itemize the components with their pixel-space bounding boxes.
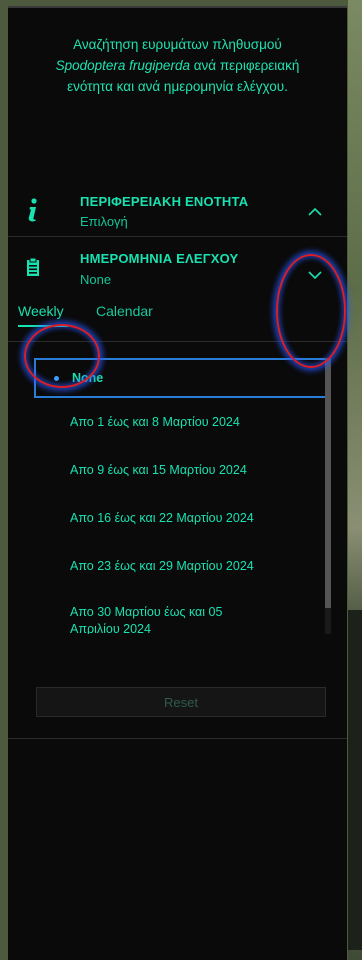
list-scrollbar[interactable] (325, 358, 331, 634)
annotation-circle-chevron (276, 254, 346, 368)
list-item[interactable]: Απο 16 έως και 22 Μαρτίου 2024 (34, 494, 331, 542)
week-options-list: None Απο 1 έως και 8 Μαρτίου 2024 Απο 9 … (34, 358, 331, 634)
divider (8, 738, 347, 739)
description-line-1: Αναζήτηση ευρυμάτων πληθυσμού (73, 37, 282, 52)
list-item[interactable]: Απο 23 έως και 29 Μαρτίου 2024 (34, 542, 331, 590)
reset-button[interactable]: Reset (36, 687, 326, 717)
list-item-label: Απο 9 έως και 15 Μαρτίου 2024 (70, 463, 247, 477)
date-section-value: None (80, 272, 112, 287)
list-item-label: Απο 16 έως και 22 Μαρτίου 2024 (70, 511, 254, 525)
list-item[interactable]: Απο 30 Μαρτίου έως και 05 Απριλίου 2024 (34, 590, 331, 634)
region-section-header[interactable]: ΠΕΡΙΦΕΡΕΙΑΚΗ ΕΝΟΤΗΤΑ Επιλογή (8, 178, 347, 236)
species-name: Spodoptera frugiperda (55, 58, 190, 73)
chevron-up-icon[interactable] (305, 202, 325, 222)
clipboard-icon (26, 257, 40, 282)
tab-calendar[interactable]: Calendar (96, 303, 153, 325)
annotation-circle-weekly-tab (24, 324, 100, 388)
info-icon (26, 198, 40, 227)
panel-description: Αναζήτηση ευρυμάτων πληθυσμού Spodoptera… (8, 8, 347, 178)
list-item[interactable]: Απο 1 έως και 8 Μαρτίου 2024 (34, 398, 331, 446)
list-item[interactable]: Απο 9 έως και 15 Μαρτίου 2024 (34, 446, 331, 494)
region-section-title: ΠΕΡΙΦΕΡΕΙΑΚΗ ΕΝΟΤΗΤΑ (80, 194, 249, 209)
map-background (348, 0, 362, 960)
description-line-2: Spodoptera frugiperda ανά περιφερειακή (18, 55, 337, 76)
description-line-3: ενότητα και ανά ημερομηνία ελέγχου. (67, 79, 288, 94)
scrollbar-thumb[interactable] (325, 358, 331, 608)
description-line-2-rest: ανά περιφερειακή (189, 58, 300, 73)
region-section-value: Επιλογή (80, 214, 128, 229)
date-section-title: ΗΜΕΡΟΜΗΝΙΑ ΕΛΕΓΧΟΥ (80, 251, 239, 266)
filter-panel: Αναζήτηση ευρυμάτων πληθυσμού Spodoptera… (8, 6, 347, 960)
list-item-label: Απο 30 Μαρτίου έως και 05 Απριλίου 2024 (70, 605, 223, 634)
list-item-label: Απο 23 έως και 29 Μαρτίου 2024 (70, 559, 254, 573)
list-item-label: Απο 1 έως και 8 Μαρτίου 2024 (70, 415, 240, 429)
map-dark-area (348, 610, 362, 950)
